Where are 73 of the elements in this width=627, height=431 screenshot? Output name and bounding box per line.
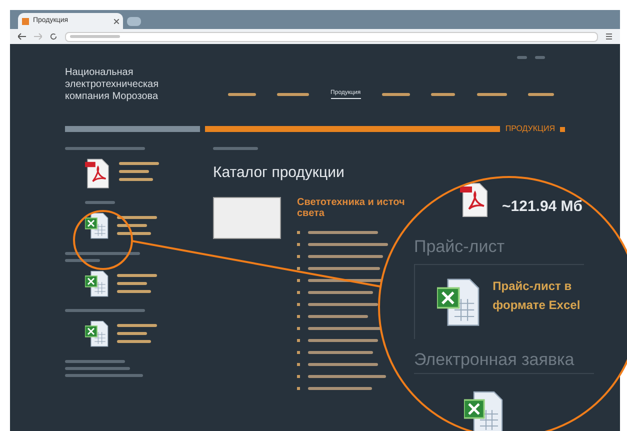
back-arrow-icon[interactable] bbox=[18, 33, 26, 40]
page-title: Каталог продукции bbox=[213, 163, 346, 183]
blurred-text-line bbox=[117, 232, 151, 236]
blurred-text-line bbox=[308, 362, 378, 366]
bullet-icon bbox=[297, 350, 300, 354]
bullet-icon bbox=[297, 338, 300, 342]
blurred-text-line bbox=[308, 266, 380, 270]
bullet-icon bbox=[297, 242, 300, 246]
blurred-text-line bbox=[228, 92, 256, 96]
blurred-text-line bbox=[117, 216, 157, 220]
price-list-link[interactable]: Прайс-лист в формате Excel bbox=[492, 276, 584, 328]
spreadsheet-file-icon bbox=[464, 390, 504, 431]
blurred-text-line bbox=[119, 178, 153, 181]
file-size: ~121.94 Мб bbox=[502, 196, 583, 216]
spreadsheet-file-icon bbox=[85, 320, 109, 348]
blurred-text-line bbox=[277, 92, 310, 96]
pdf-file-icon bbox=[85, 158, 111, 190]
blurred-text-line bbox=[308, 386, 372, 390]
blurred-text-line bbox=[85, 201, 115, 204]
blurred-text-line bbox=[528, 92, 554, 96]
blurred-text-line bbox=[476, 92, 507, 96]
spreadsheet-file-icon bbox=[437, 276, 481, 328]
bullet-icon bbox=[297, 266, 300, 270]
blurred-text-line bbox=[431, 92, 456, 96]
bullet-icon bbox=[297, 290, 300, 294]
blurred-text-line bbox=[119, 162, 159, 165]
blurred-text-line bbox=[117, 332, 147, 336]
favicon-icon bbox=[22, 18, 29, 24]
blurred-text-line bbox=[117, 224, 147, 228]
spreadsheet-file-icon bbox=[85, 212, 109, 240]
section-heading: Электронная заявка bbox=[414, 347, 594, 374]
menu-icon[interactable] bbox=[606, 33, 612, 40]
reload-icon[interactable] bbox=[50, 33, 57, 40]
bullet-icon bbox=[297, 302, 300, 306]
blurred-text-line bbox=[65, 360, 125, 363]
blurred-text-line bbox=[308, 350, 373, 354]
section-heading: Прайс-лист bbox=[414, 236, 506, 258]
bullet-icon bbox=[297, 326, 300, 330]
blurred-text-line bbox=[117, 324, 157, 328]
bullet-icon bbox=[297, 254, 300, 258]
blurred-text-line bbox=[308, 230, 378, 234]
blurred-text-line bbox=[213, 147, 258, 150]
site-logo[interactable]: Национальная электротехническая компания Морозова bbox=[65, 67, 185, 103]
address-field[interactable] bbox=[65, 32, 598, 42]
blurred-text-line bbox=[117, 290, 151, 293]
category-heading[interactable]: Светотехника и источ bbox=[297, 196, 405, 208]
blurred-text-line bbox=[308, 338, 378, 342]
blurred-text-line bbox=[65, 366, 130, 370]
bullet-icon bbox=[297, 386, 300, 390]
blurred-text-line bbox=[535, 56, 545, 59]
close-icon[interactable] bbox=[114, 18, 119, 24]
blurred-text-line bbox=[308, 314, 368, 318]
bullet-icon bbox=[297, 374, 300, 378]
blurred-text-line bbox=[70, 35, 120, 38]
blurred-text-line bbox=[65, 258, 100, 262]
blurred-text-line bbox=[382, 92, 410, 96]
blurred-text-line bbox=[117, 340, 151, 344]
blurred-text-line bbox=[117, 282, 147, 285]
blurred-text-line bbox=[119, 170, 149, 173]
blurred-text-line bbox=[517, 56, 527, 59]
bullet-icon bbox=[297, 362, 300, 366]
spreadsheet-file-icon bbox=[85, 270, 109, 298]
section-label: ПРОДУКЦИЯ bbox=[505, 123, 555, 135]
blurred-text-line bbox=[308, 290, 373, 294]
bullet-icon bbox=[297, 278, 300, 282]
photo-placeholder bbox=[213, 196, 281, 238]
category-heading[interactable]: света bbox=[297, 208, 324, 218]
pdf-file-icon bbox=[460, 182, 490, 218]
bullet-icon bbox=[297, 230, 300, 234]
blurred-text-line bbox=[308, 302, 378, 306]
blurred-text-line bbox=[117, 274, 157, 277]
bullet-icon bbox=[297, 314, 300, 318]
square-icon bbox=[560, 126, 565, 132]
